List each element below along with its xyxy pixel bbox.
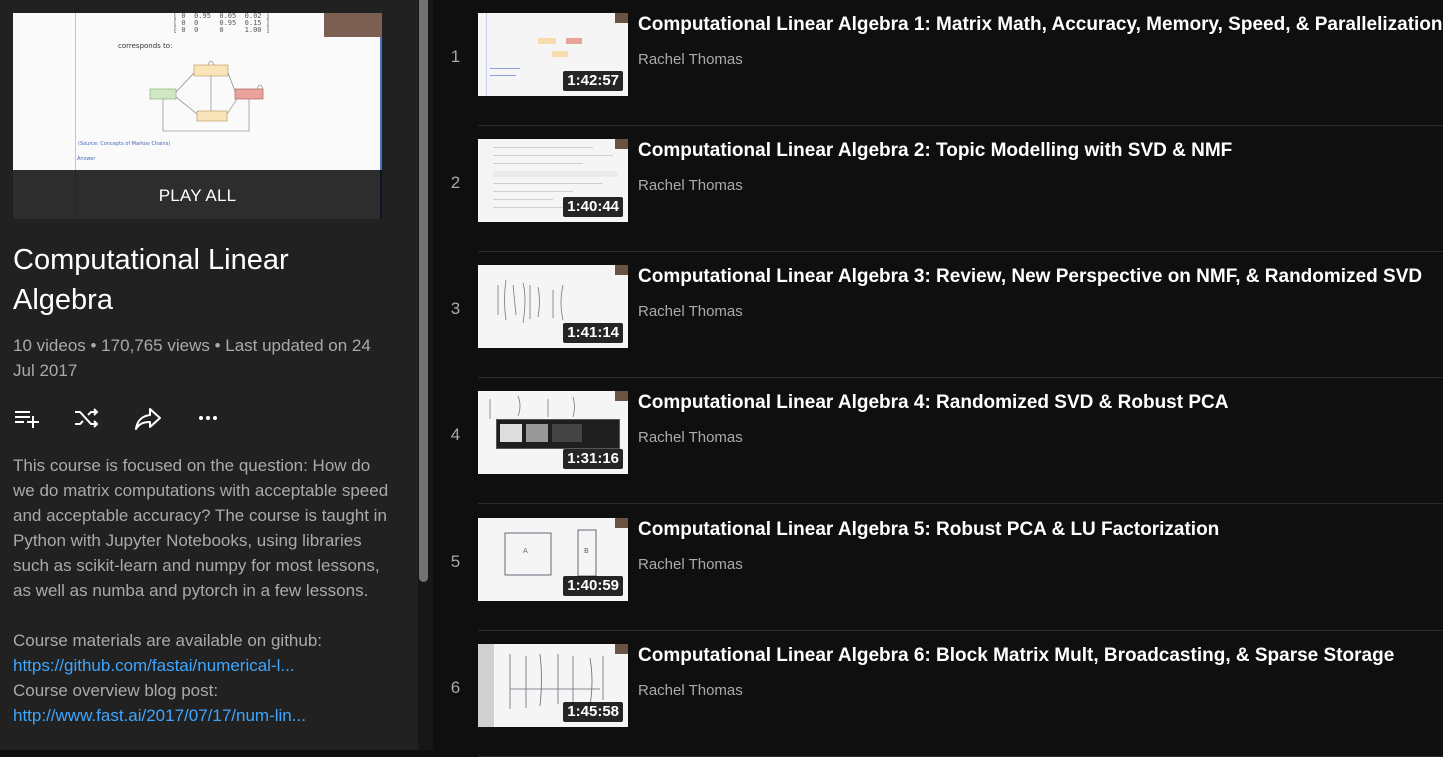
video-index: 2 (450, 173, 461, 192)
video-duration: 1:40:59 (563, 576, 623, 596)
thumbnail-webcam-inset (615, 139, 628, 149)
video-thumbnail[interactable]: 1:40:44 (478, 139, 628, 222)
share-icon (135, 408, 161, 430)
video-thumbnail[interactable]: 1:42:57 (478, 13, 628, 96)
playlist-sidebar: [ 0 0.95 0.05 0.02 ] [ 0 0 0.95 0.15 ] [… (0, 0, 418, 750)
description-text: This course is focused on the question: … (13, 456, 389, 600)
video-channel[interactable]: Rachel Thomas (638, 303, 743, 320)
video-duration: 1:42:57 (563, 71, 623, 91)
video-index: 6 (450, 678, 461, 697)
video-title[interactable]: Computational Linear Algebra 1: Matrix M… (638, 13, 1443, 37)
video-item[interactable]: 5 A B 1:40:59 Computational Linear Algeb… (433, 505, 1443, 631)
video-duration: 1:40:44 (563, 197, 623, 217)
save-to-playlist-button[interactable] (13, 404, 43, 432)
video-channel[interactable]: Rachel Thomas (638, 556, 743, 573)
video-item[interactable]: 4 1:31:16 Computational Linear Algebra 4… (433, 378, 1443, 504)
github-label: Course materials are available on github… (13, 631, 323, 650)
thumbnail-answer-text: Answer (77, 156, 96, 162)
video-thumbnail[interactable]: 1:41:14 (478, 265, 628, 348)
video-channel[interactable]: Rachel Thomas (638, 429, 743, 446)
video-index: 1 (450, 47, 461, 66)
github-link[interactable]: https://github.com/fastai/numerical-l... (13, 653, 393, 678)
thumbnail-source-text: (Source: Concepts of Markov Chains) (78, 141, 171, 147)
video-duration: 1:45:58 (563, 702, 623, 722)
video-duration: 1:41:14 (563, 323, 623, 343)
video-item[interactable]: 6 1:45:58 Computational Linear Algebra 6… (433, 631, 1443, 757)
thumbnail-webcam-inset (615, 13, 628, 23)
divider (478, 503, 1443, 504)
video-channel[interactable]: Rachel Thomas (638, 682, 743, 699)
video-duration: 1:31:16 (563, 449, 623, 469)
playlist-title: Computational Linear Algebra (13, 244, 289, 316)
blog-link[interactable]: http://www.fast.ai/2017/07/17/num-lin... (13, 703, 393, 728)
more-icon (199, 416, 217, 420)
video-index: 4 (450, 425, 461, 444)
video-channel[interactable]: Rachel Thomas (638, 177, 743, 194)
video-title[interactable]: Computational Linear Algebra 3: Review, … (638, 265, 1422, 289)
svg-text:B: B (584, 547, 589, 555)
video-title[interactable]: Computational Linear Algebra 6: Block Ma… (638, 644, 1394, 668)
video-channel[interactable]: Rachel Thomas (638, 51, 743, 68)
playlist-description: This course is focused on the question: … (13, 453, 393, 728)
video-index: 5 (450, 552, 461, 571)
video-title[interactable]: Computational Linear Algebra 2: Topic Mo… (638, 139, 1232, 163)
share-button[interactable] (134, 404, 164, 432)
playlist-thumbnail[interactable]: [ 0 0.95 0.05 0.02 ] [ 0 0 0.95 0.15 ] [… (13, 13, 382, 219)
video-title[interactable]: Computational Linear Algebra 5: Robust P… (638, 518, 1219, 542)
svg-text:A: A (523, 547, 528, 555)
more-actions-button[interactable] (194, 404, 224, 432)
playlist-stats: 10 videos • 170,765 views • Last updated… (13, 336, 371, 380)
video-thumbnail[interactable]: 1:45:58 (478, 644, 628, 727)
shuffle-button[interactable] (73, 404, 103, 432)
play-all-button[interactable]: PLAY ALL (13, 170, 382, 219)
video-thumbnail[interactable]: 1:31:16 (478, 391, 628, 474)
video-item[interactable]: 2 1:40:44 Computational Linear Algebra 2… (433, 126, 1443, 252)
save-to-playlist-icon (15, 411, 39, 428)
video-index: 3 (450, 299, 461, 318)
video-item[interactable]: 3 1:41:14 Computational Linear Algebra 3… (433, 252, 1443, 378)
playlist-actions (13, 404, 253, 432)
video-item[interactable]: 1 1:42:57 Computational Linear Algebra 1… (433, 0, 1443, 126)
video-thumbnail[interactable]: A B 1:40:59 (478, 518, 628, 601)
shuffle-icon (75, 408, 99, 428)
blog-label: Course overview blog post: (13, 681, 219, 700)
video-title[interactable]: Computational Linear Algebra 4: Randomiz… (638, 391, 1228, 415)
video-list: 1 1:42:57 Computational Linear Algebra 1… (433, 0, 1443, 757)
scrollbar-thumb[interactable] (419, 0, 428, 582)
sidebar-scrollbar[interactable] (418, 0, 433, 750)
